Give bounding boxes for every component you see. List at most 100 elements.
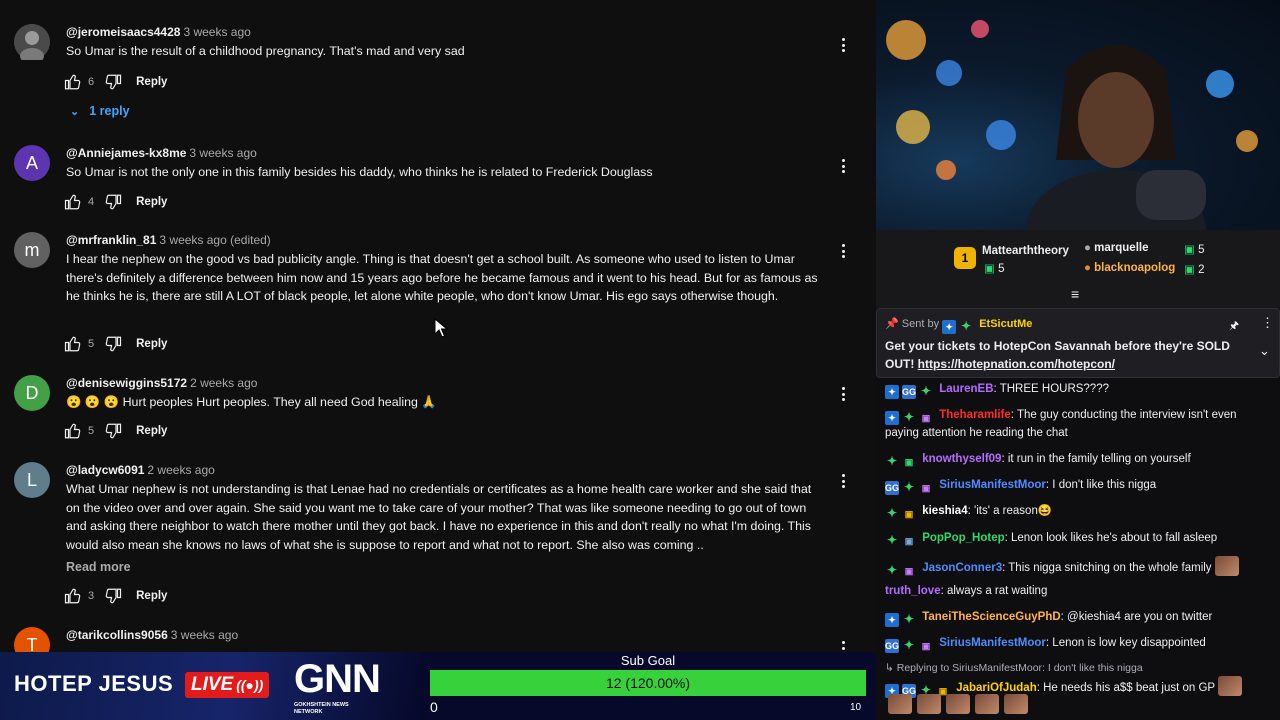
mouse-cursor-icon [434,318,448,338]
gp-badge-icon: GG [885,481,900,495]
kebab-menu-icon[interactable] [836,472,850,490]
supporter-row: ● marquelle [1084,242,1149,254]
chat-username[interactable]: JabariOfJudah [956,682,1037,694]
supporter-count-row: ▣ 5 [1184,244,1205,256]
gp-badge-icon: GG [902,385,917,399]
chat-username[interactable]: LaurenEB [939,383,993,395]
broadcast-icon: ((●)) [236,677,264,693]
thumb-up-icon[interactable] [64,193,82,211]
supporter-count-row: ▣ 2 [1184,264,1205,276]
avatar[interactable]: L [14,462,50,498]
comment-time[interactable]: 3 weeks ago [183,25,250,39]
thumb-down-icon[interactable] [104,73,122,91]
verified-leaf-icon: ✦ [903,638,915,652]
chat-message: GG ✦ ▣ SiriusManifestMoor: Lenon is low ke… [885,635,1255,653]
chat-text: : I don't like this nigga [1045,479,1157,491]
pinned-message: 📌 Sent by ✦ ✦ EtSicutMe 🖈 ⋮ Get your tick… [876,308,1280,378]
pinned-link[interactable]: https://hotepnation.com/hotepcon/ [918,357,1115,371]
like-count: 5 [88,338,95,350]
supporter-count: 5 [1198,244,1205,256]
chat-username[interactable]: kieshia4 [922,505,967,517]
thumb-down-icon[interactable] [104,193,122,211]
comment-time[interactable]: 3 weeks ago [171,628,238,642]
chat-username[interactable]: SiriusManifestMoor [939,637,1046,649]
chat-username[interactable]: TaneiTheScienceGuyPhD [922,611,1060,623]
replies-count: 1 reply [89,104,130,118]
thumb-down-icon[interactable] [104,587,122,605]
chat-message: truth_love: always a rat waiting [885,583,1255,601]
comment-actions: 5 Reply [64,421,167,441]
verified-leaf-icon: ✦ [903,480,915,494]
replies-toggle[interactable]: ⌄ 1 reply [70,104,130,118]
pinned-sender[interactable]: EtSicutMe [979,318,1032,330]
sub-badge-icon: ▣ [921,413,931,423]
avatar[interactable] [14,24,50,60]
kebab-menu-icon[interactable] [836,242,850,260]
chevron-down-icon[interactable]: ⌄ [1259,343,1270,359]
comment-author[interactable]: @ladycw6091 [66,463,144,477]
chat-username[interactable]: SiriusManifestMoor [939,479,1046,491]
verified-leaf-icon: ✦ [886,454,898,468]
emote-image [1218,676,1243,696]
thumb-down-icon[interactable] [104,335,122,353]
chat-username[interactable]: PopPop_Hotep [922,532,1004,544]
read-more-link[interactable]: Read more [66,560,131,574]
thumb-up-icon[interactable] [64,73,82,91]
chat-text: : THREE HOURS???? [993,383,1109,395]
supporter-name[interactable]: marquelle [1094,242,1148,254]
kebab-menu-icon[interactable]: ⋮ [1261,315,1274,331]
chat-message: ✦ ▣ PopPop_Hotep: Lenon look likes he's a… [885,530,1255,548]
comment-time[interactable]: 2 weeks ago [190,376,257,390]
emote-image [1214,556,1239,576]
collapse-icon[interactable]: ≡ [1071,286,1079,302]
kebab-menu-icon[interactable] [836,36,850,54]
thumb-up-icon[interactable] [64,587,82,605]
supporter-count-row: ▣ 5 [984,263,1005,275]
pin-icon[interactable]: 🖈 [1229,317,1239,336]
avatar[interactable]: m [14,232,50,268]
kebab-menu-icon[interactable] [836,157,850,175]
comment-author[interactable]: @tarikcollins9056 [66,628,168,642]
sub-badge-icon: ▣ [921,483,931,493]
chat-panel: ✦ GG ✦ LaurenEB: THREE HOURS???? ✦ ✦ ▣ Theha… [876,378,1280,720]
avatar[interactable]: A [14,145,50,181]
gnn-subtitle: GOKHSHTEIN NEWS NETWORK [294,702,349,715]
avatar[interactable]: D [14,375,50,411]
comment-header: @denisewiggins5172 2 weeks ago [66,375,257,391]
reply-button[interactable]: Reply [136,425,167,437]
reply-button[interactable]: Reply [136,196,167,208]
thumb-down-icon[interactable] [104,422,122,440]
comment-time[interactable]: 2 weeks ago [147,463,214,477]
chat-text: : @kieshia4 are you on twitter [1060,611,1213,623]
chat-username[interactable]: truth_love [885,585,941,597]
comments-panel: @jeromeisaacs4428 3 weeks ago So Umar is … [0,0,876,720]
reply-button[interactable]: Reply [136,338,167,350]
verified-leaf-icon: ✦ [920,384,932,398]
supporter-count: 5 [998,263,1005,275]
kebab-menu-icon[interactable] [836,385,850,403]
thumb-up-icon[interactable] [64,422,82,440]
chat-username[interactable]: Theharamlife [939,409,1011,421]
chat-username[interactable]: knowthyself09 [922,453,1001,465]
comment-text: What Umar nephew is not understanding is… [66,482,812,552]
supporter-name[interactable]: Mattearththeory [982,245,1069,257]
reply-button[interactable]: Reply [136,590,167,602]
comment-header: @tarikcollins9056 3 weeks ago [66,627,238,643]
chat-message: ✦ ✦ TaneiTheScienceGuyPhD: @kieshia4 are … [885,609,1255,627]
reply-button[interactable]: Reply [136,76,167,88]
thumb-up-icon[interactable] [64,335,82,353]
sub-badge-icon: ▣ [921,641,931,651]
comment-author[interactable]: @denisewiggins5172 [66,376,187,390]
goal-title: Sub Goal [620,653,676,668]
supporter-name[interactable]: blacknoapolog [1094,262,1175,274]
chat-username[interactable]: JasonConner3 [922,562,1002,574]
prime-badge-icon: ✦ [942,320,957,334]
sub-badge-icon: ▣ [904,509,914,519]
comment-time[interactable]: 3 weeks ago [189,146,256,160]
webcam-video[interactable] [876,0,1280,230]
comment-author[interactable]: @Anniejames-kx8me [66,146,186,160]
comment-author[interactable]: @jeromeisaacs4428 [66,25,180,39]
comment-time[interactable]: 3 weeks ago (edited) [159,233,270,247]
comment-author[interactable]: @mrfranklin_81 [66,233,156,247]
chat-message: ✦ ▣ knowthyself09: it run in the family t… [885,451,1255,469]
